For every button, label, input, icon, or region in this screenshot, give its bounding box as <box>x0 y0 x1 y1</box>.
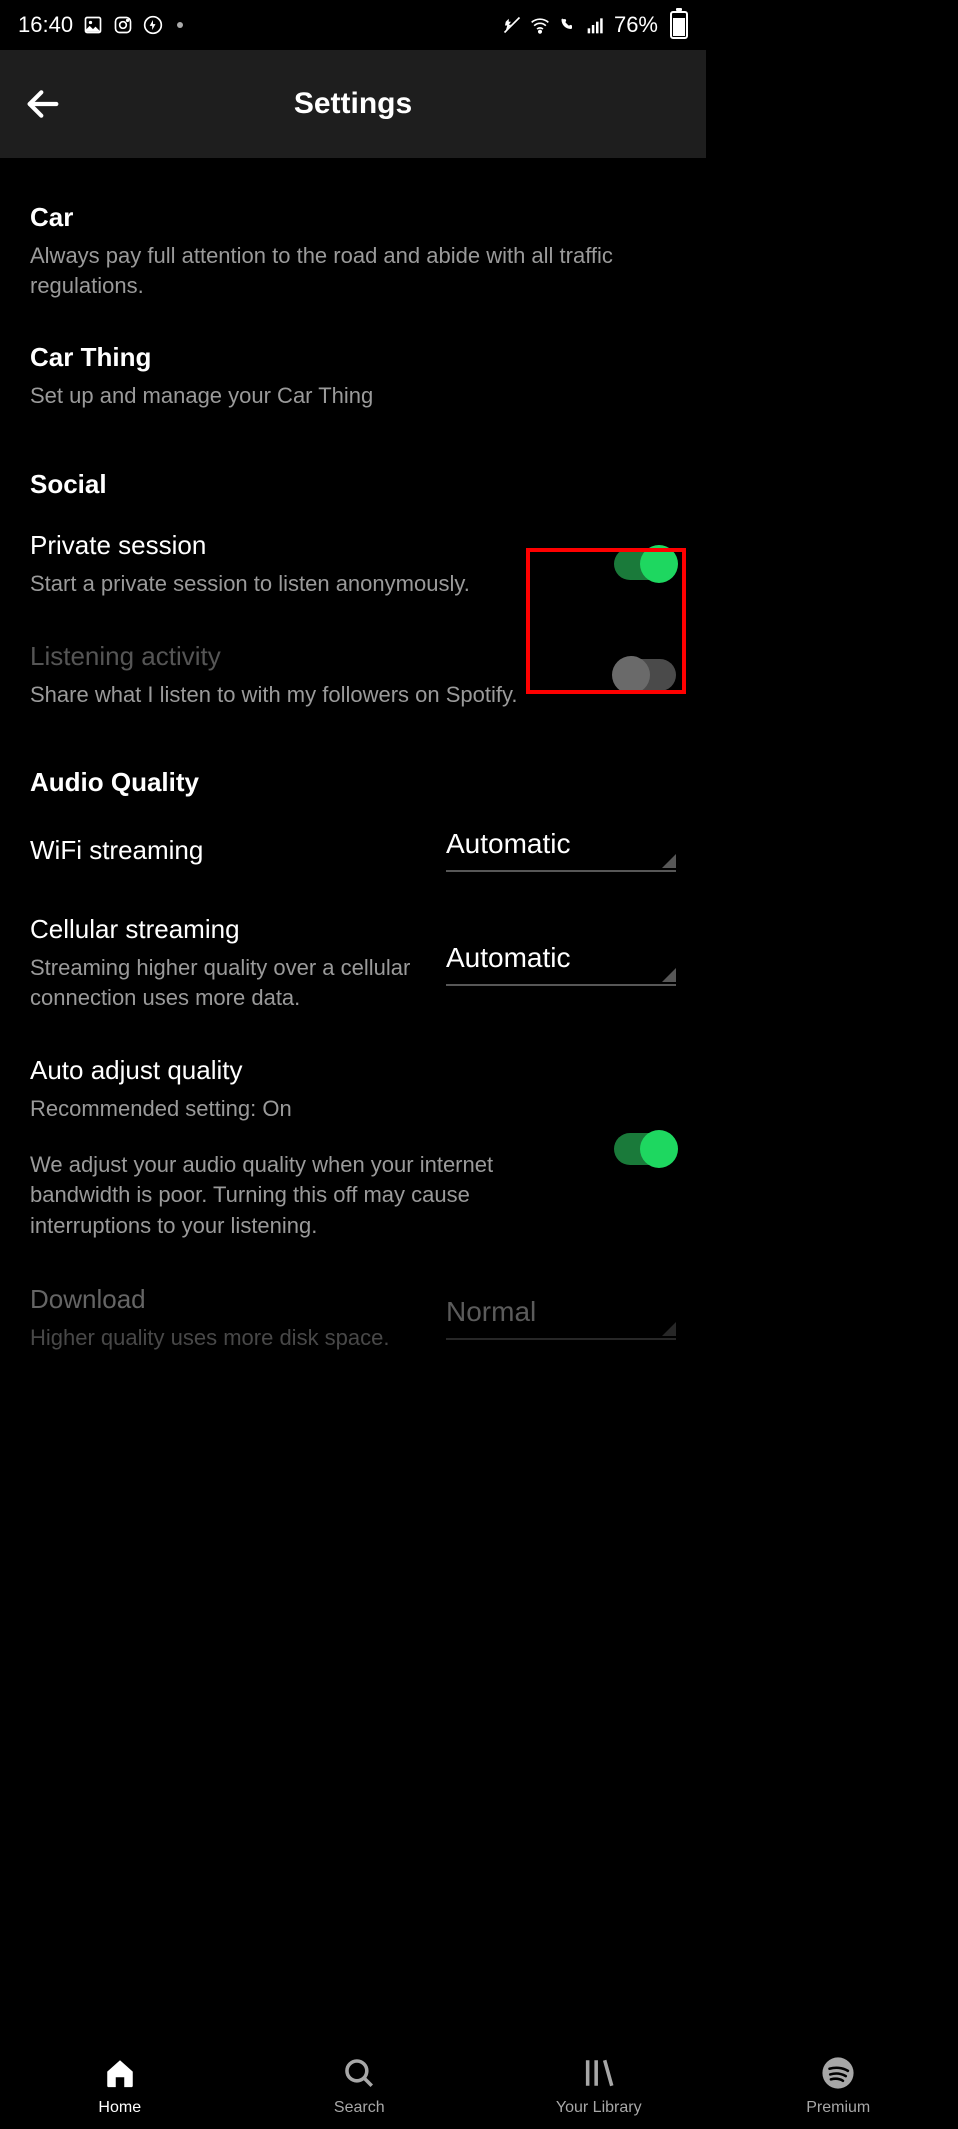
wifi-streaming-select[interactable]: Automatic <box>446 828 676 872</box>
setting-cellular-streaming[interactable]: Cellular streaming Streaming higher qual… <box>30 892 676 1032</box>
private-session-title: Private session <box>30 530 594 561</box>
car-thing-title: Car Thing <box>30 342 676 373</box>
download-value: Normal <box>446 1296 676 1338</box>
settings-header: Settings <box>0 50 706 158</box>
auto-adjust-toggle[interactable] <box>614 1133 676 1165</box>
download-title: Download <box>30 1284 426 1315</box>
dropdown-icon <box>662 1322 676 1336</box>
auto-adjust-extra: We adjust your audio quality when your i… <box>30 1150 594 1242</box>
wifi-icon <box>530 15 550 35</box>
call-wifi-icon <box>558 15 578 35</box>
nav-premium-label: Premium <box>806 2099 870 2117</box>
setting-auto-adjust-quality[interactable]: Auto adjust quality Recommended setting:… <box>30 1033 676 1262</box>
bottom-nav: Home Search Your Library Premium <box>0 2009 958 2129</box>
dropdown-icon <box>662 854 676 868</box>
image-icon <box>83 15 103 35</box>
car-title: Car <box>30 202 676 233</box>
search-icon <box>341 2055 377 2091</box>
status-time: 16:40 <box>18 12 73 38</box>
private-session-sub: Start a private session to listen anonym… <box>30 569 594 599</box>
section-audio-quality: Audio Quality <box>30 767 676 798</box>
dropdown-icon <box>662 968 676 982</box>
cellular-streaming-sub: Streaming higher quality over a cellular… <box>30 953 426 1012</box>
nav-library[interactable]: Your Library <box>479 2009 719 2129</box>
listening-activity-toggle[interactable] <box>614 659 676 691</box>
battery-percent: 76% <box>614 12 658 38</box>
download-sub: Higher quality uses more disk space. <box>30 1323 426 1353</box>
auto-adjust-title: Auto adjust quality <box>30 1055 594 1086</box>
header-title: Settings <box>20 87 686 121</box>
home-icon <box>102 2055 138 2091</box>
cellular-streaming-select[interactable]: Automatic <box>446 942 676 986</box>
setting-car[interactable]: Car Always pay full attention to the roa… <box>30 180 676 320</box>
cellular-streaming-value: Automatic <box>446 942 676 984</box>
status-bar: 16:40 76% <box>0 0 706 50</box>
listening-activity-sub: Share what I listen to with my followers… <box>30 680 594 710</box>
setting-listening-activity[interactable]: Listening activity Share what I listen t… <box>30 619 676 730</box>
cellular-streaming-title: Cellular streaming <box>30 914 426 945</box>
auto-adjust-sub: Recommended setting: On <box>30 1094 594 1124</box>
car-thing-sub: Set up and manage your Car Thing <box>30 381 676 411</box>
car-sub: Always pay full attention to the road an… <box>30 241 676 300</box>
section-social: Social <box>30 469 676 500</box>
instagram-icon <box>113 15 133 35</box>
nav-library-label: Your Library <box>556 2099 642 2117</box>
setting-download[interactable]: Download Higher quality uses more disk s… <box>30 1262 676 1373</box>
battery-icon <box>670 11 688 39</box>
wifi-streaming-title: WiFi streaming <box>30 835 426 866</box>
nav-search-label: Search <box>334 2099 385 2117</box>
app-update-icon <box>143 15 163 35</box>
nav-home-label: Home <box>98 2099 141 2117</box>
setting-wifi-streaming[interactable]: WiFi streaming Automatic <box>30 806 676 892</box>
nav-search[interactable]: Search <box>240 2009 480 2129</box>
private-session-toggle[interactable] <box>614 548 676 580</box>
listening-activity-title: Listening activity <box>30 641 594 672</box>
signal-icon <box>586 15 606 35</box>
notification-dot-icon <box>177 22 183 28</box>
library-icon <box>581 2055 617 2091</box>
vibrate-icon <box>502 15 522 35</box>
wifi-streaming-value: Automatic <box>446 828 676 870</box>
nav-premium[interactable]: Premium <box>719 2009 958 2129</box>
spotify-icon <box>820 2055 856 2091</box>
settings-content: Car Always pay full attention to the roa… <box>0 158 706 1373</box>
nav-home[interactable]: Home <box>0 2009 240 2129</box>
setting-private-session[interactable]: Private session Start a private session … <box>30 508 676 619</box>
setting-car-thing[interactable]: Car Thing Set up and manage your Car Thi… <box>30 320 676 431</box>
download-select[interactable]: Normal <box>446 1296 676 1340</box>
